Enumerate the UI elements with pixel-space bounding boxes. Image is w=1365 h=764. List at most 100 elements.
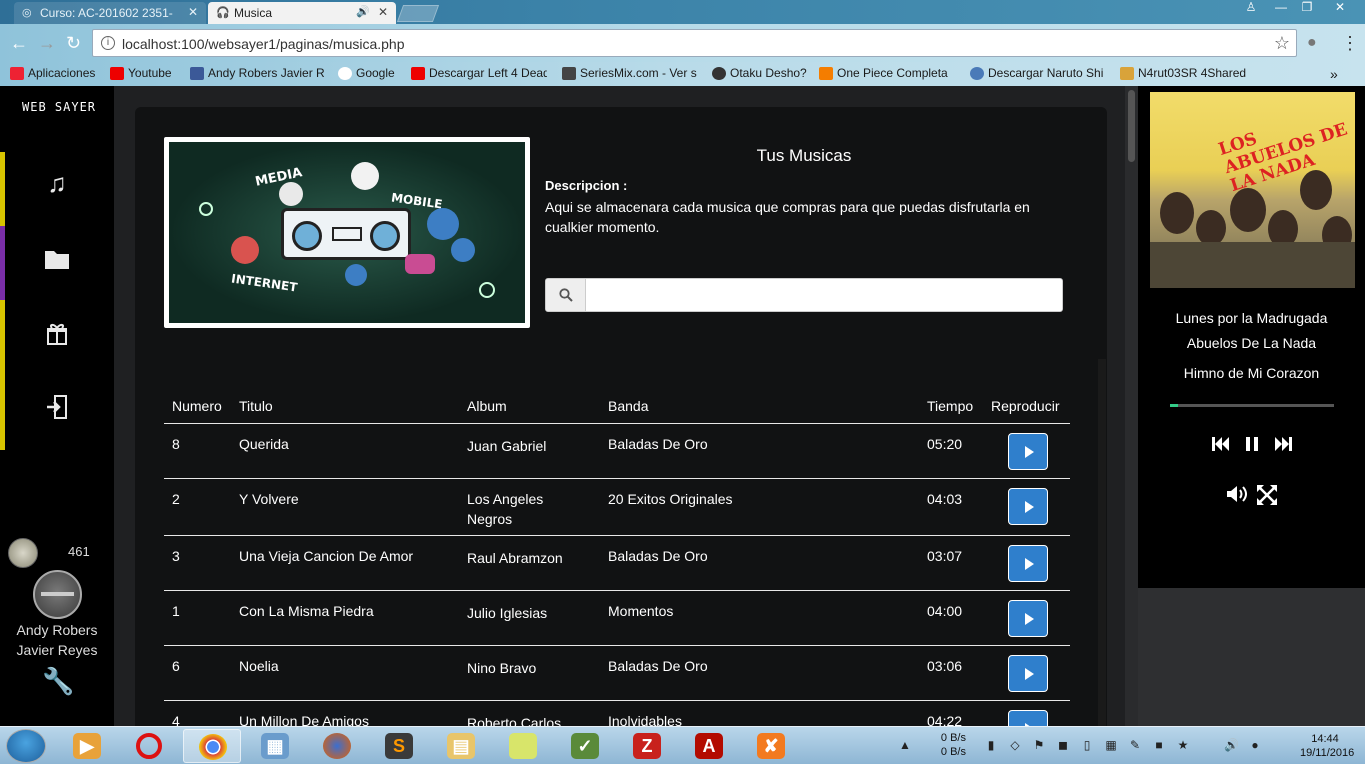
folder-icon[interactable] (40, 242, 74, 276)
bookmark-google[interactable]: Google (338, 66, 395, 80)
battery-icon[interactable]: ▯ (1080, 738, 1094, 752)
music-icon[interactable]: ♫ (40, 166, 74, 200)
sublime-icon: S (385, 733, 413, 759)
taskbar-notes[interactable] (494, 729, 552, 763)
search-input[interactable] (587, 279, 1062, 311)
bookmark-onepiece[interactable]: One Piece Completa (819, 66, 955, 80)
close-icon[interactable]: ✕ (188, 5, 198, 19)
cell-banda: Baladas De Oro (608, 658, 708, 674)
taskbar-tool[interactable]: ✓ (556, 729, 614, 763)
play-button[interactable] (1008, 655, 1048, 692)
start-button[interactable] (6, 729, 46, 763)
pause-icon[interactable] (1243, 435, 1261, 457)
page-scrollbar[interactable] (1125, 86, 1138, 726)
tab-musica[interactable]: 🎧 Musica 🔊 ✕ (208, 2, 396, 24)
bookmark-4shared[interactable]: N4rut03SR 4Shared (1120, 66, 1246, 80)
play-button[interactable] (1008, 545, 1048, 582)
bookmark-star-icon[interactable]: ☆ (1274, 33, 1290, 54)
equalizer-icon (405, 254, 435, 274)
xampp-tray-icon[interactable]: ◼ (1056, 738, 1070, 752)
bookmark-apps[interactable]: Aplicaciones (10, 66, 95, 80)
minimize-button[interactable]: — (1270, 0, 1292, 16)
window-close-button[interactable]: ✕ (1326, 0, 1354, 16)
search-icon[interactable] (546, 279, 586, 311)
taskbar-sublime[interactable]: S (370, 729, 428, 763)
user-name[interactable]: Andy Robers Javier Reyes (0, 620, 114, 660)
cell-numero: 2 (172, 491, 180, 507)
network-speed-icon[interactable]: ▲ (898, 738, 912, 752)
column-header-numero[interactable]: Numero (172, 398, 222, 414)
gift-icon[interactable] (40, 317, 74, 351)
search-box (545, 278, 1063, 312)
edit-icon[interactable]: ✎ (1128, 738, 1142, 752)
row-divider (164, 645, 1070, 646)
more-bookmarks-icon[interactable]: » (1330, 66, 1338, 82)
tab-curso[interactable]: ◎ Curso: AC-201602 2351- ✕ (14, 2, 206, 24)
bookmark-otaku[interactable]: Otaku Desho? (712, 66, 807, 80)
bookmark-naruto[interactable]: Descargar Naruto Shi (970, 66, 1106, 80)
cell-titulo: Noelia (239, 658, 279, 674)
cell-tiempo: 05:20 (927, 436, 963, 452)
cell-album: Los Angeles Negros (467, 491, 544, 527)
diamond-icon[interactable]: ◇ (1008, 738, 1022, 752)
fullscreen-icon[interactable] (1256, 484, 1278, 511)
profile-icon[interactable]: ♙ (1240, 0, 1262, 16)
avatar[interactable] (33, 570, 82, 619)
play-button[interactable] (1008, 488, 1048, 525)
scrollbar-thumb[interactable] (1128, 90, 1135, 162)
taskbar-acrobat[interactable]: A (680, 729, 738, 763)
play-button[interactable] (1008, 710, 1048, 726)
cell-numero: 4 (172, 713, 180, 726)
taskbar-filezilla[interactable]: Z (618, 729, 676, 763)
signal-icon[interactable]: ▮ (984, 738, 998, 752)
column-header-banda[interactable]: Banda (608, 398, 648, 414)
bookmark-facebook[interactable]: Andy Robers Javier Re (190, 66, 324, 80)
logout-icon[interactable] (40, 390, 74, 424)
taskbar-network[interactable]: ▦ (246, 729, 304, 763)
menu-icon[interactable]: ⋮ (1341, 33, 1359, 53)
cell-titulo: Una Vieja Cancion De Amor (239, 548, 414, 564)
bookmark-seriesmix[interactable]: SeriesMix.com - Ver s (562, 66, 698, 80)
taskbar-media-player[interactable]: ▶ (58, 729, 116, 763)
panel-scrollbar[interactable] (1098, 359, 1106, 726)
album-cover-title: LOS ABUELOS DE LA NADA (1216, 119, 1350, 197)
progress-bar[interactable] (1170, 404, 1334, 407)
wrench-icon[interactable]: 🔧 (42, 666, 74, 697)
column-header-titulo[interactable]: Titulo (239, 398, 273, 414)
next-icon[interactable] (1274, 435, 1292, 457)
clock[interactable]: 14:44 19/11/2016 (1300, 732, 1354, 760)
info-icon[interactable]: i (101, 36, 115, 50)
column-header-tiempo[interactable]: Tiempo (927, 398, 973, 414)
taskbar-xampp[interactable]: ✘ (742, 729, 800, 763)
app-tray-icon[interactable]: ■ (1152, 738, 1166, 752)
back-arrow-icon[interactable]: ← (10, 33, 28, 53)
new-tab-button[interactable] (396, 5, 440, 22)
extension-icon[interactable]: ● (1307, 33, 1317, 53)
play-button[interactable] (1008, 433, 1048, 470)
bookmark-youtube[interactable]: Youtube (110, 66, 176, 80)
volume-tray-icon[interactable]: 🔊 (1224, 738, 1239, 752)
taskbar-firefox[interactable] (308, 729, 366, 763)
bug-icon[interactable]: ★ (1176, 738, 1190, 752)
hw-monitor-icon[interactable]: ▦ (1104, 738, 1118, 752)
reload-icon[interactable]: ↻ (66, 33, 81, 53)
volume-icon[interactable] (1226, 484, 1248, 509)
taskbar-explorer[interactable]: ▤ (432, 729, 490, 763)
taskbar-chrome[interactable] (183, 729, 241, 763)
globe-icon[interactable]: ● (1248, 738, 1262, 752)
column-header-album[interactable]: Album (467, 398, 507, 414)
address-bar[interactable]: i localhost:100/websayer1/paginas/musica… (92, 29, 1297, 57)
play-button[interactable] (1008, 600, 1048, 637)
previous-icon[interactable] (1212, 435, 1230, 457)
forward-arrow-icon[interactable]: → (38, 33, 56, 53)
column-header-reproducir[interactable]: Reproducir (991, 398, 1059, 414)
speaker-icon[interactable]: 🔊 (356, 5, 370, 18)
flag-icon[interactable]: ⚑ (1032, 738, 1046, 752)
restore-button[interactable]: ❐ (1296, 0, 1318, 16)
taskbar-opera[interactable] (121, 729, 179, 763)
bookmark-left4dead[interactable]: Descargar Left 4 Dead (411, 66, 547, 80)
close-icon[interactable]: ✕ (378, 5, 388, 19)
headphones-icon (231, 236, 259, 264)
brand-logo[interactable]: WEB SAYER (22, 100, 96, 114)
cell-numero: 3 (172, 548, 180, 564)
